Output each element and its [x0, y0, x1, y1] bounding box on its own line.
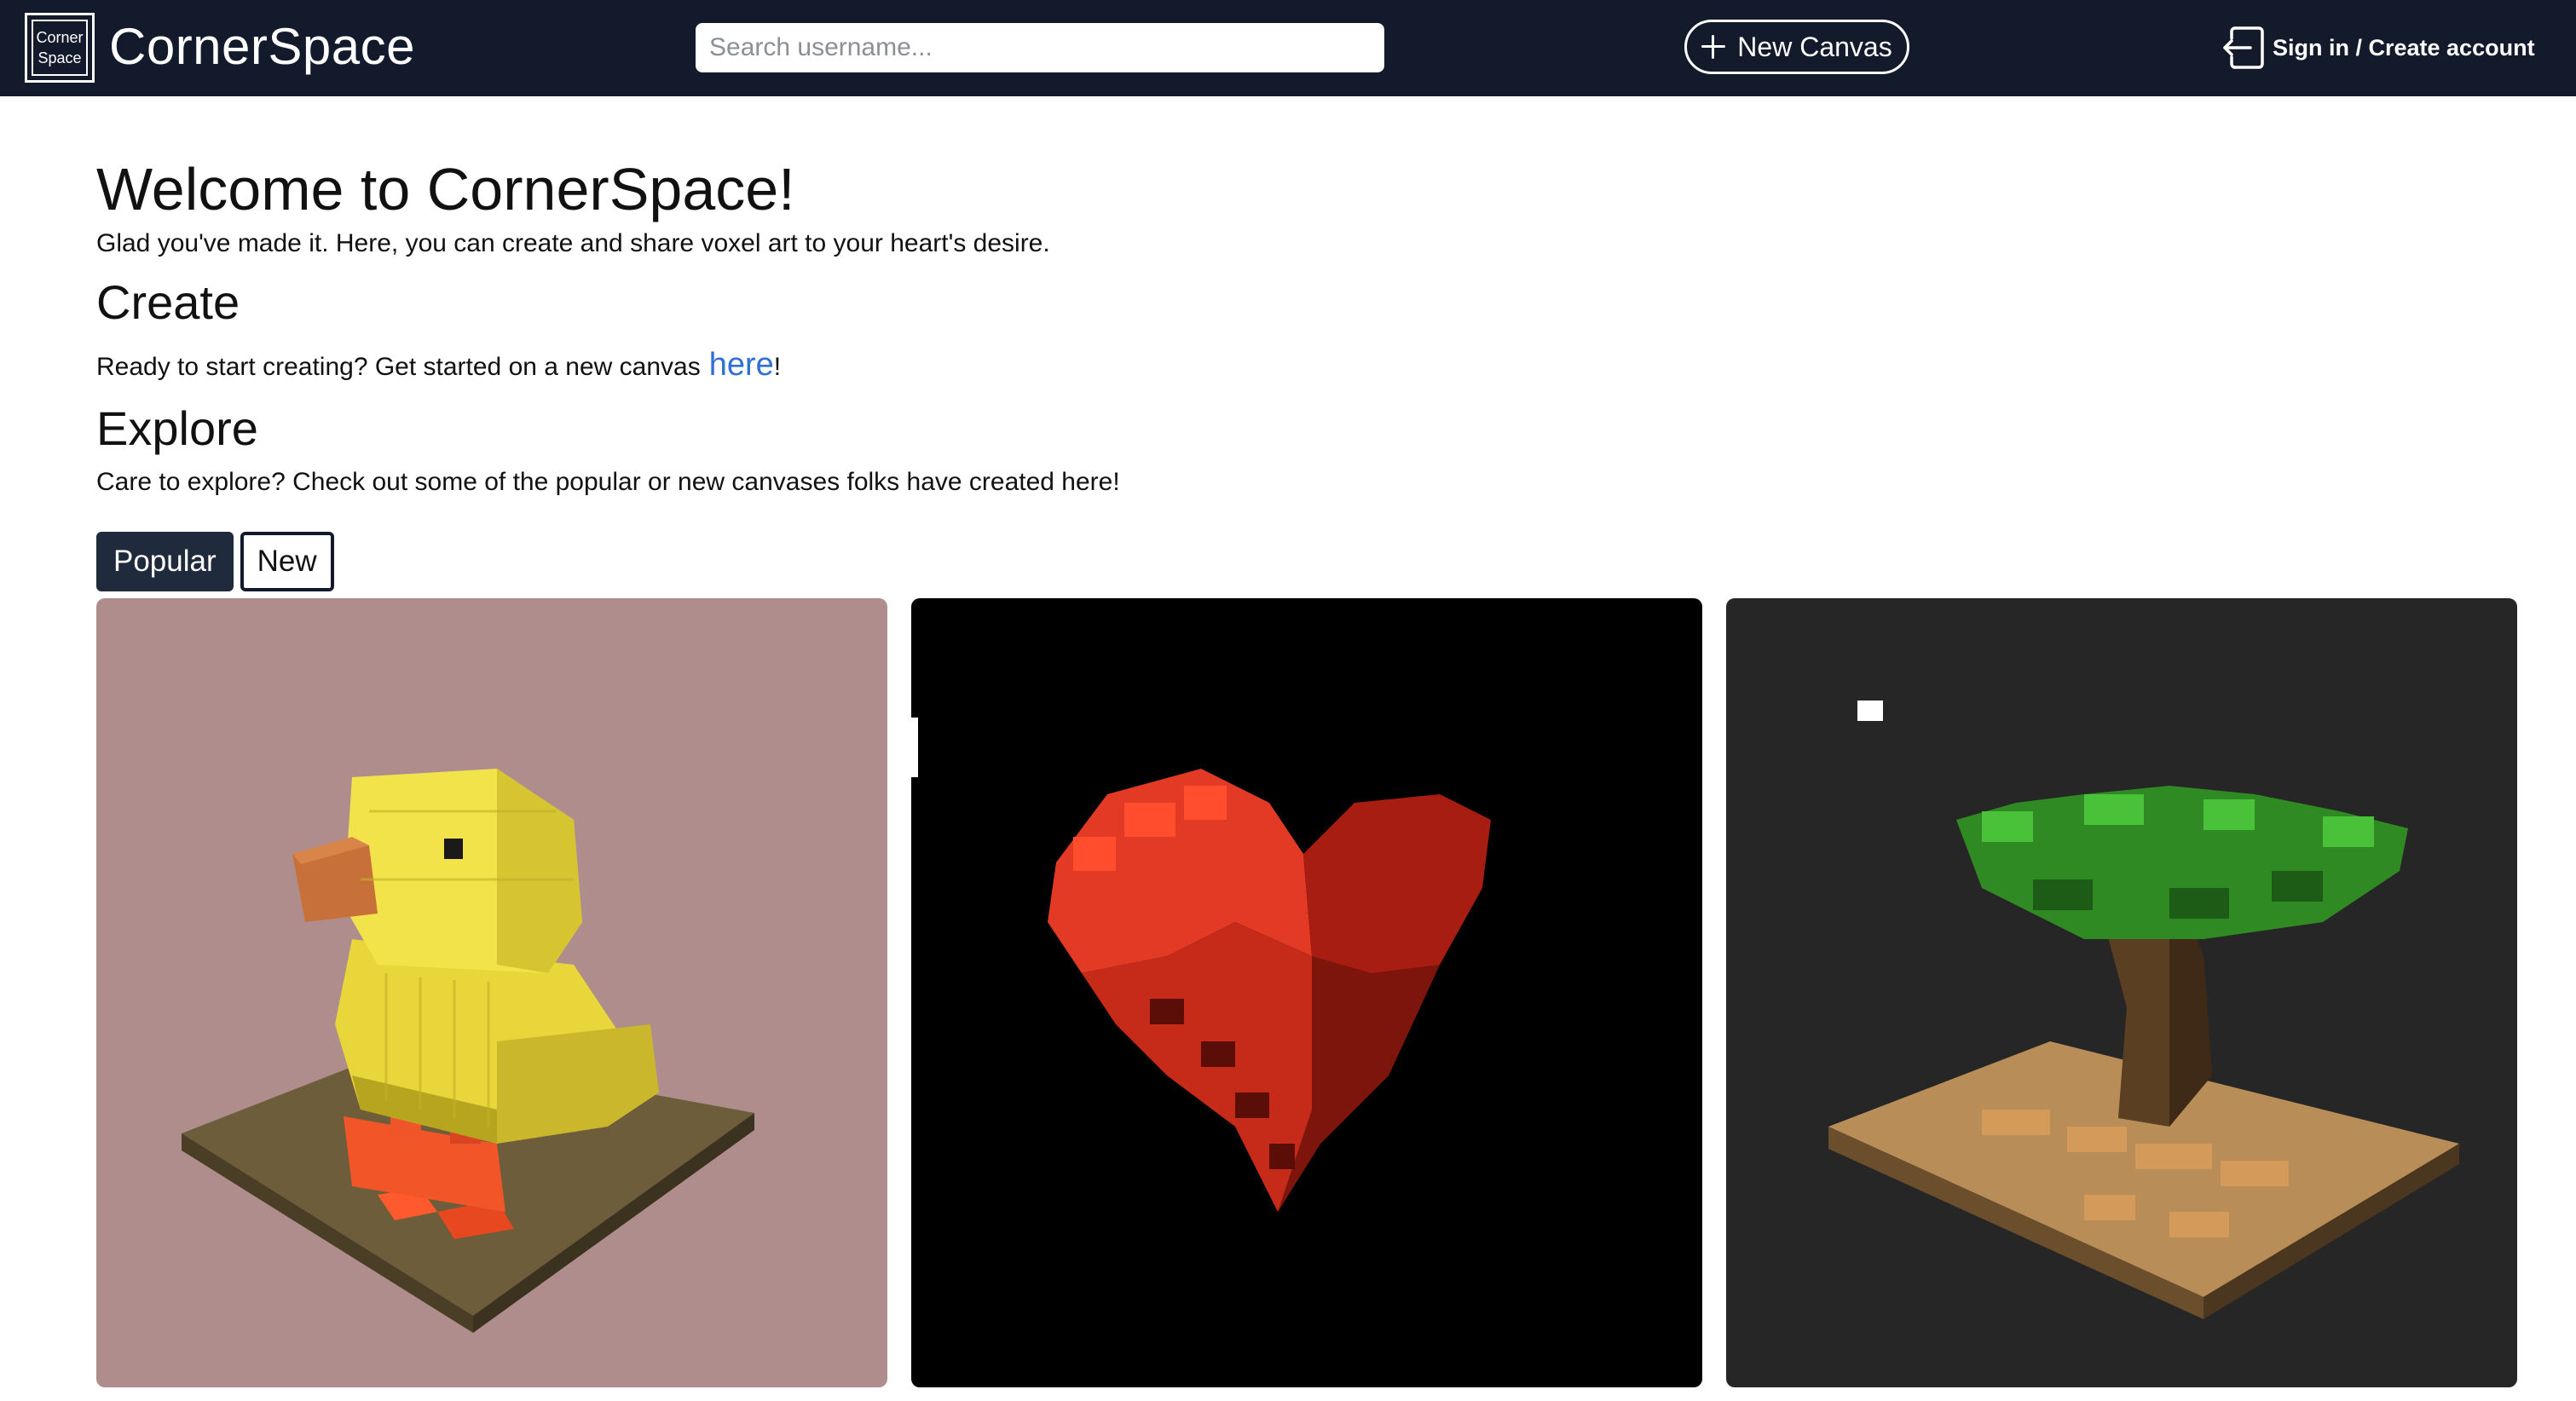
new-canvas-label: New Canvas [1737, 31, 1892, 62]
sign-in-button[interactable]: Sign in / Create account [2216, 20, 2535, 75]
logo[interactable]: Corner Space [25, 13, 95, 83]
page-title: Welcome to CornerSpace! [96, 156, 795, 222]
create-text-body: Ready to start creating? Get started on … [96, 353, 701, 381]
tab-new[interactable]: New [240, 532, 334, 591]
gallery-tabs: Popular New [96, 532, 334, 591]
explore-text: Care to explore? Check out some of the p… [96, 468, 1120, 496]
search-input[interactable] [696, 23, 1384, 72]
tab-popular[interactable]: Popular [96, 532, 234, 591]
canvas-card-duck[interactable] [96, 598, 887, 1387]
canvas-gallery [96, 598, 2517, 1387]
voxel-duck-image [96, 598, 887, 1387]
sign-in-icon [2223, 26, 2264, 69]
voxel-tree-image [1726, 598, 2517, 1387]
canvas-card-tree[interactable] [1726, 598, 2517, 1387]
top-navbar: Corner Space CornerSpace New Canvas Sign… [0, 0, 2576, 96]
create-heading: Create [96, 275, 240, 329]
plus-icon [1701, 35, 1726, 59]
explore-heading: Explore [96, 401, 258, 455]
logo-line-2: Space [38, 49, 82, 66]
create-here-link[interactable]: here [709, 347, 774, 383]
welcome-text: Glad you've made it. Here, you can creat… [96, 229, 1050, 257]
new-canvas-button[interactable]: New Canvas [1684, 20, 1909, 74]
create-text-suffix: ! [773, 353, 782, 381]
canvas-card-heart[interactable] [911, 598, 1702, 1387]
sign-in-label: Sign in / Create account [2273, 34, 2535, 61]
logo-line-1: Corner [36, 29, 84, 46]
create-text: Ready to start creating? Get started on … [96, 346, 781, 386]
brand-name[interactable]: CornerSpace [109, 15, 415, 78]
voxel-heart-image [911, 598, 1702, 1387]
logo-mark: Corner Space [32, 20, 88, 76]
